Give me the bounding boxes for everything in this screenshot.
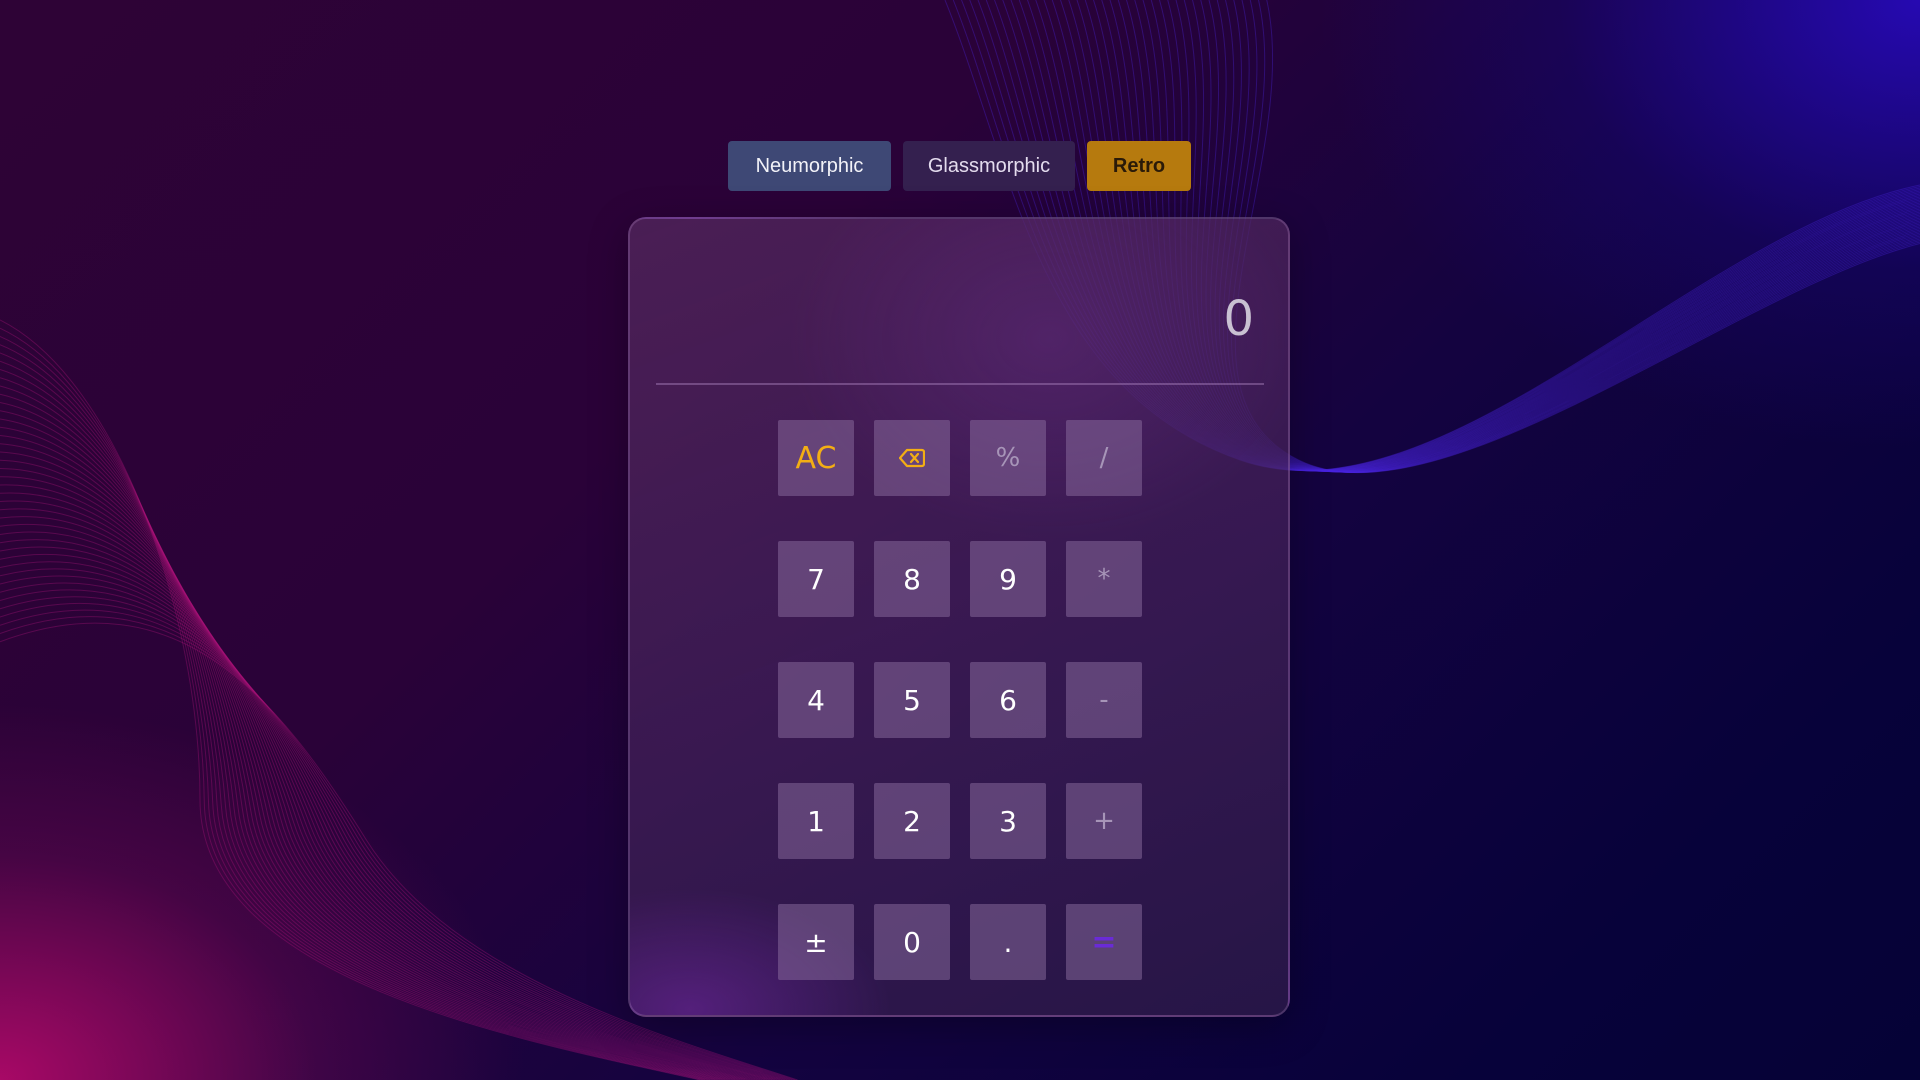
digit-3-button[interactable]: 3 [970,783,1046,859]
wave-line [1218,0,1920,473]
calculator-display: 0 [656,243,1264,385]
backspace-icon [899,448,925,468]
digit-9-button[interactable]: 9 [970,541,1046,617]
equals-button[interactable]: = [1066,904,1142,980]
all-clear-button[interactable]: AC [778,420,854,496]
wave-line [1183,0,1920,473]
wave-line [0,344,708,1080]
decimal-button[interactable]: . [970,904,1046,980]
calculator: 0 AC % / 7 8 9 * 4 5 6 - 1 2 3 + ± 0 . = [628,217,1290,1017]
digit-4-button[interactable]: 4 [778,662,854,738]
theme-retro-button[interactable]: Retro [1087,141,1191,191]
theme-switcher: Neumorphic Glassmorphic Retro [728,141,1191,191]
minus-button[interactable]: - [1066,662,1142,738]
digit-7-button[interactable]: 7 [778,541,854,617]
wave-line [0,410,728,1080]
wave-line [0,393,723,1080]
wave-line [0,377,718,1080]
wave-line [0,360,713,1080]
plus-button[interactable]: + [1066,783,1142,859]
digit-8-button[interactable]: 8 [874,541,950,617]
wave-line [0,402,726,1080]
wave-line [0,418,731,1080]
percent-button[interactable]: % [970,420,1046,496]
wave-line [1234,0,1920,473]
digit-1-button[interactable]: 1 [778,783,854,859]
wave-line [1214,0,1920,473]
theme-neumorphic-button[interactable]: Neumorphic [728,141,891,191]
digit-6-button[interactable]: 6 [970,662,1046,738]
backspace-button[interactable] [874,420,950,496]
wave-line [1192,0,1920,473]
plus-minus-button[interactable]: ± [778,904,854,980]
digit-0-button[interactable]: 0 [874,904,950,980]
wave-line [1210,0,1920,473]
wave-line [0,426,733,1080]
wave-line [0,369,716,1080]
wave-line [0,435,736,1080]
wave-line [0,336,706,1080]
digit-5-button[interactable]: 5 [874,662,950,738]
wave-line [1223,0,1920,473]
multiply-button[interactable]: * [1066,541,1142,617]
wave-line [1205,0,1920,473]
wave-line [0,385,721,1080]
divide-button[interactable]: / [1066,420,1142,496]
keypad: AC % / 7 8 9 * 4 5 6 - 1 2 3 + ± 0 . = [778,420,1142,980]
theme-glassmorphic-button[interactable]: Glassmorphic [903,141,1075,191]
wave-line [1226,0,1920,473]
digit-2-button[interactable]: 2 [874,783,950,859]
wave-line [1200,0,1920,473]
wave-line [0,327,703,1080]
display-value: 0 [1223,291,1254,347]
wave-line [1230,0,1920,473]
wave-line [0,352,711,1080]
wave-line [0,443,738,1080]
wave-line [0,319,701,1080]
